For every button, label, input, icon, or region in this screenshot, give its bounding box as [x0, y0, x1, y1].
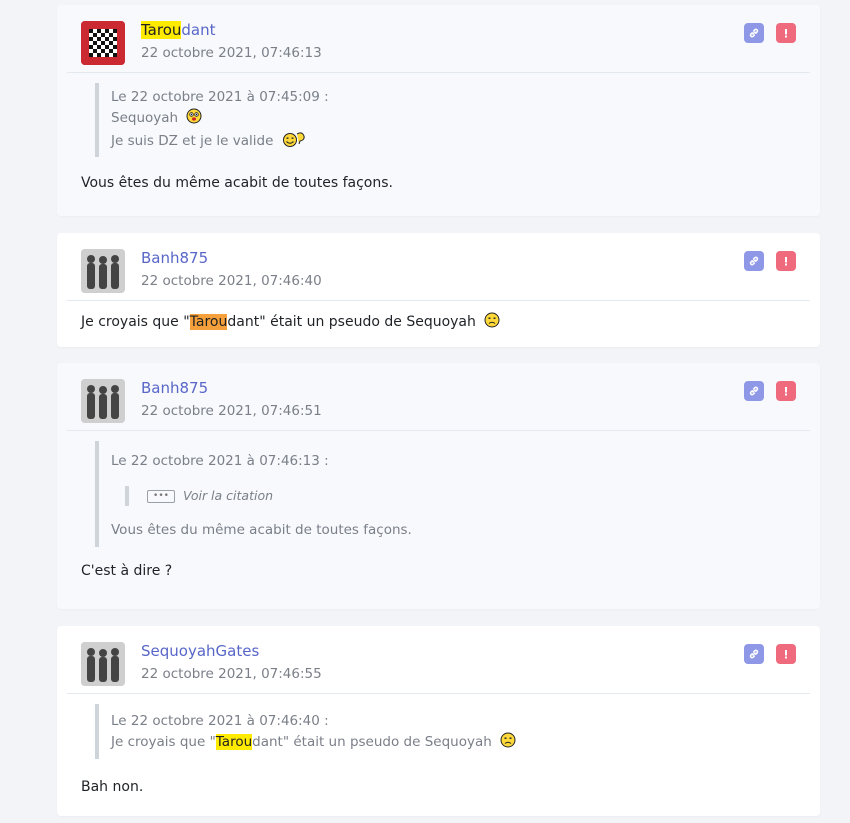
post-header: Taroudant 22 octobre 2021, 07:46:13 [57, 5, 820, 73]
alert-icon [785, 257, 787, 266]
post-text: Vous êtes du même acabit de toutes façon… [81, 175, 393, 191]
text-part: Je croyais que " [81, 314, 190, 330]
smiley-icon [484, 312, 500, 332]
link-icon [749, 256, 759, 266]
author-rest: dant [181, 21, 216, 39]
post-header: Banh875 22 octobre 2021, 07:46:40 [57, 233, 820, 301]
header-divider [67, 430, 810, 431]
avatar[interactable] [81, 21, 125, 65]
expand-quote-button[interactable]: ••• [147, 489, 175, 503]
quote-block: Le 22 octobre 2021 à 07:45:09 : Sequoyah… [95, 83, 796, 157]
quote-text: Vous êtes du même acabit de toutes façon… [111, 522, 412, 538]
author-highlight: Tarou [141, 21, 182, 39]
quote-text: Je suis DZ et je le valide [111, 133, 274, 149]
smiley-icon [282, 131, 306, 154]
permalink-button[interactable] [744, 381, 764, 401]
message-post: SequoyahGates 22 octobre 2021, 07:46:55 … [57, 626, 820, 816]
avatar[interactable] [81, 379, 125, 423]
header-divider [67, 693, 810, 694]
smiley-icon [186, 108, 202, 131]
post-text: C'est à dire ? [81, 563, 173, 579]
avatar[interactable] [81, 642, 125, 686]
link-icon [749, 649, 759, 659]
quote-line: Sequoyah [111, 108, 796, 131]
quote-line: Je suis DZ et je le valide [111, 131, 796, 154]
post-date: 22 octobre 2021, 07:46:40 [141, 273, 322, 289]
quote-header: Le 22 octobre 2021 à 07:46:40 : [111, 713, 329, 729]
post-date: 22 octobre 2021, 07:46:51 [141, 403, 322, 419]
link-icon [749, 28, 759, 38]
post-header: SequoyahGates 22 octobre 2021, 07:46:55 [57, 626, 820, 694]
header-divider [67, 72, 810, 73]
post-date: 22 octobre 2021, 07:46:13 [141, 45, 322, 61]
permalink-button[interactable] [744, 644, 764, 664]
author-name[interactable]: Taroudant [141, 21, 216, 39]
permalink-button[interactable] [744, 251, 764, 271]
post-text: Je croyais que "Taroudant" était un pseu… [81, 312, 796, 332]
message-post: Banh875 22 octobre 2021, 07:46:40 Je cro… [57, 233, 820, 347]
alert-icon [785, 650, 787, 659]
quote-header: Le 22 octobre 2021 à 07:46:13 : [111, 453, 329, 469]
link-icon [749, 386, 759, 396]
report-button[interactable] [776, 381, 796, 401]
quote-text: Je croyais que " [111, 734, 216, 750]
quote-text: dant" était un pseudo de Sequoyah [252, 734, 492, 750]
author-name[interactable]: Banh875 [141, 379, 208, 397]
quote-block: Le 22 octobre 2021 à 07:46:13 : ••• Voir… [95, 441, 796, 547]
quote-highlight: Tarou [215, 734, 253, 750]
post-date: 22 octobre 2021, 07:46:55 [141, 666, 322, 682]
report-button[interactable] [776, 251, 796, 271]
smiley-icon [500, 732, 516, 755]
alert-icon [785, 29, 787, 38]
message-post: Taroudant 22 octobre 2021, 07:46:13 Le 2… [57, 5, 820, 216]
text-part: dant" était un pseudo de Sequoyah [227, 314, 476, 330]
permalink-button[interactable] [744, 23, 764, 43]
post-text: Bah non. [81, 779, 144, 795]
text-highlight: Tarou [189, 314, 228, 330]
quote-block: Le 22 octobre 2021 à 07:46:40 : Je croya… [95, 704, 796, 759]
view-quote-label[interactable]: Voir la citation [183, 486, 273, 506]
nested-quote-toggle[interactable]: ••• Voir la citation [125, 486, 796, 506]
avatar[interactable] [81, 249, 125, 293]
post-header: Banh875 22 octobre 2021, 07:46:51 [57, 363, 820, 431]
alert-icon [785, 387, 787, 396]
author-name[interactable]: SequoyahGates [141, 642, 259, 660]
report-button[interactable] [776, 23, 796, 43]
header-divider [67, 300, 810, 301]
message-post: Banh875 22 octobre 2021, 07:46:51 Le 22 … [57, 363, 820, 609]
report-button[interactable] [776, 644, 796, 664]
quote-line: Je croyais que "Taroudant" était un pseu… [111, 732, 796, 755]
author-name[interactable]: Banh875 [141, 249, 208, 267]
quote-text: Sequoyah [111, 110, 179, 126]
quote-header: Le 22 octobre 2021 à 07:45:09 : [111, 89, 329, 105]
